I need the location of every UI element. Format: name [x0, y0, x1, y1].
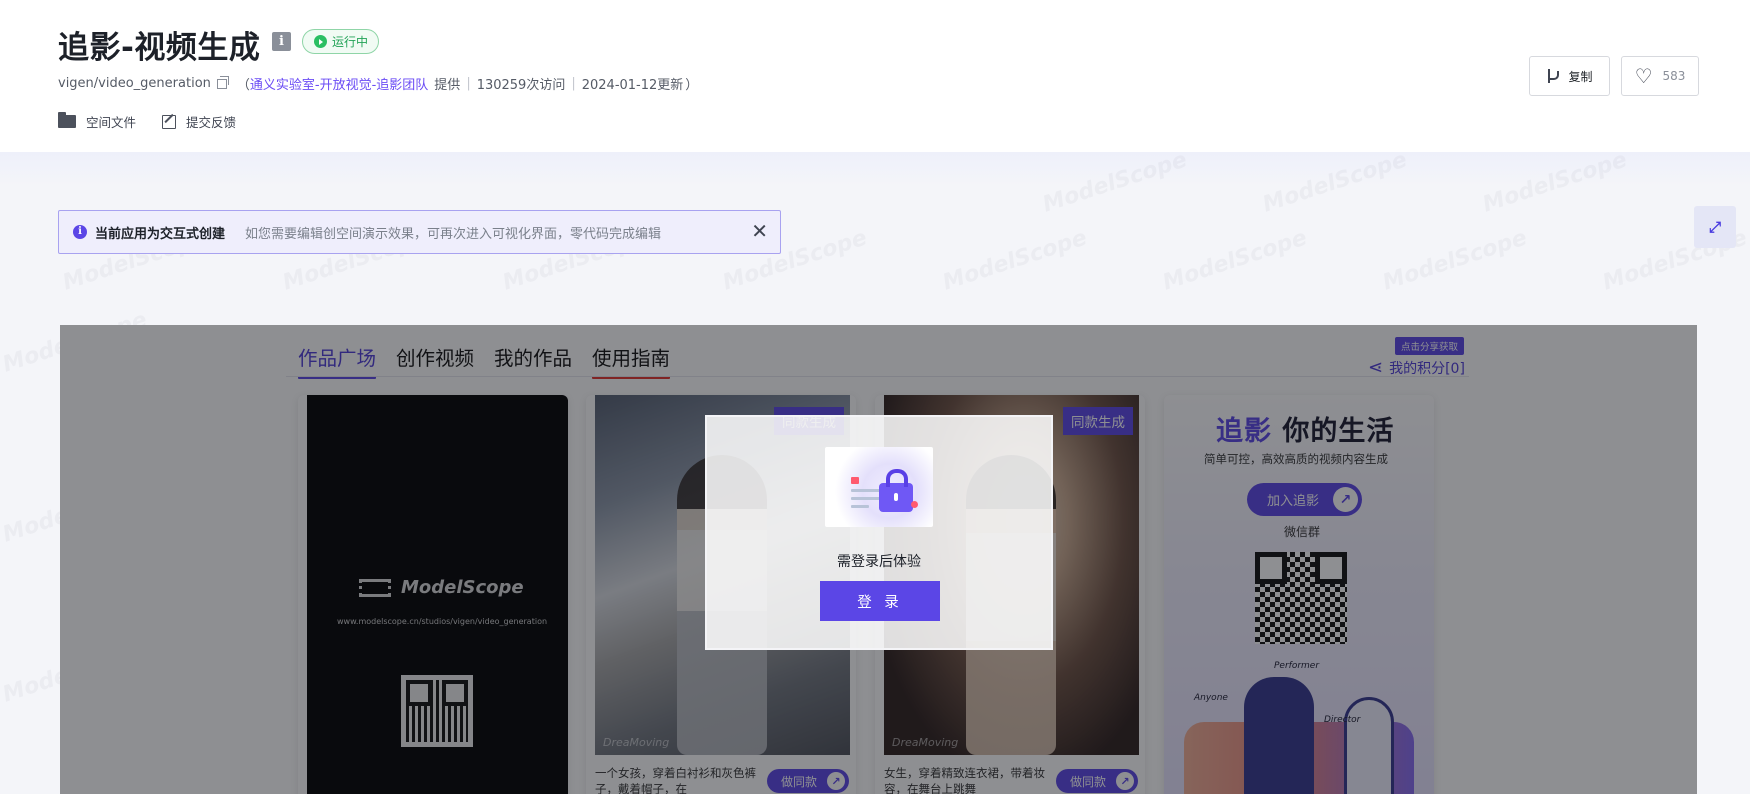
folder-icon: [58, 112, 76, 128]
space-sublinks: 空间文件 提交反馈: [58, 112, 236, 131]
login-modal: 需登录后体验 登 录: [705, 415, 1053, 650]
notice-description: 如您需要编辑创空间演示效果，可再次进入可视化界面，零代码完成编辑: [245, 226, 662, 242]
document-icon: [851, 477, 881, 513]
watermark: ModelScope: [1159, 225, 1311, 296]
status-text: 运行中: [332, 35, 369, 49]
watermark: ModelScope: [1379, 225, 1531, 296]
watermark: ModelScope: [939, 225, 1091, 296]
close-icon[interactable]: ✕: [751, 221, 768, 241]
play-icon: [314, 35, 327, 48]
login-button[interactable]: 登 录: [820, 581, 940, 621]
lock-illustration: [825, 447, 933, 527]
open-paren: （: [236, 78, 250, 93]
repo-path: vigen/video_generation: [58, 76, 211, 91]
edit-icon: [162, 114, 177, 129]
info-icon[interactable]: i: [272, 32, 291, 51]
space-files-label: 空间文件: [86, 115, 137, 130]
fork-icon: [1546, 68, 1560, 84]
space-meta: vigen/video_generation （ 通义实验室-开放视觉-追影团队…: [58, 74, 698, 93]
status-badge: 运行中: [302, 29, 380, 54]
meta-separator: |: [466, 76, 471, 91]
like-count: 583: [1662, 69, 1686, 83]
lock-icon: [879, 469, 913, 512]
notice-title: 当前应用为交互式创建: [95, 226, 226, 242]
provided-by: 提供: [434, 78, 461, 93]
like-button[interactable]: ♡ 583: [1621, 56, 1699, 96]
login-required-message: 需登录后体验: [837, 554, 921, 570]
info-circle-icon: i: [73, 225, 87, 239]
update-date: 2024-01-12更新: [581, 78, 684, 93]
copy-space-button[interactable]: 复制: [1529, 56, 1610, 96]
heart-icon: ♡: [1634, 64, 1653, 88]
header-fade: [0, 152, 1750, 186]
meta-separator: |: [571, 76, 576, 91]
alert-dot: [911, 501, 918, 508]
space-files-link[interactable]: 空间文件: [58, 112, 136, 131]
feedback-link[interactable]: 提交反馈: [162, 112, 236, 131]
expand-icon[interactable]: ⤢: [1694, 206, 1736, 248]
copy-label: 复制: [1568, 69, 1593, 84]
copy-path-icon[interactable]: [216, 75, 229, 89]
page-title: 追影-视频生成: [58, 30, 261, 66]
close-paren: ）: [685, 78, 699, 93]
interactive-notice: i 当前应用为交互式创建 如您需要编辑创空间演示效果，可再次进入可视化界面，零代…: [58, 210, 781, 254]
org-link[interactable]: 通义实验室-开放视觉-追影团队: [250, 74, 428, 93]
visit-count: 130259次访问: [476, 78, 566, 93]
feedback-label: 提交反馈: [186, 115, 237, 130]
